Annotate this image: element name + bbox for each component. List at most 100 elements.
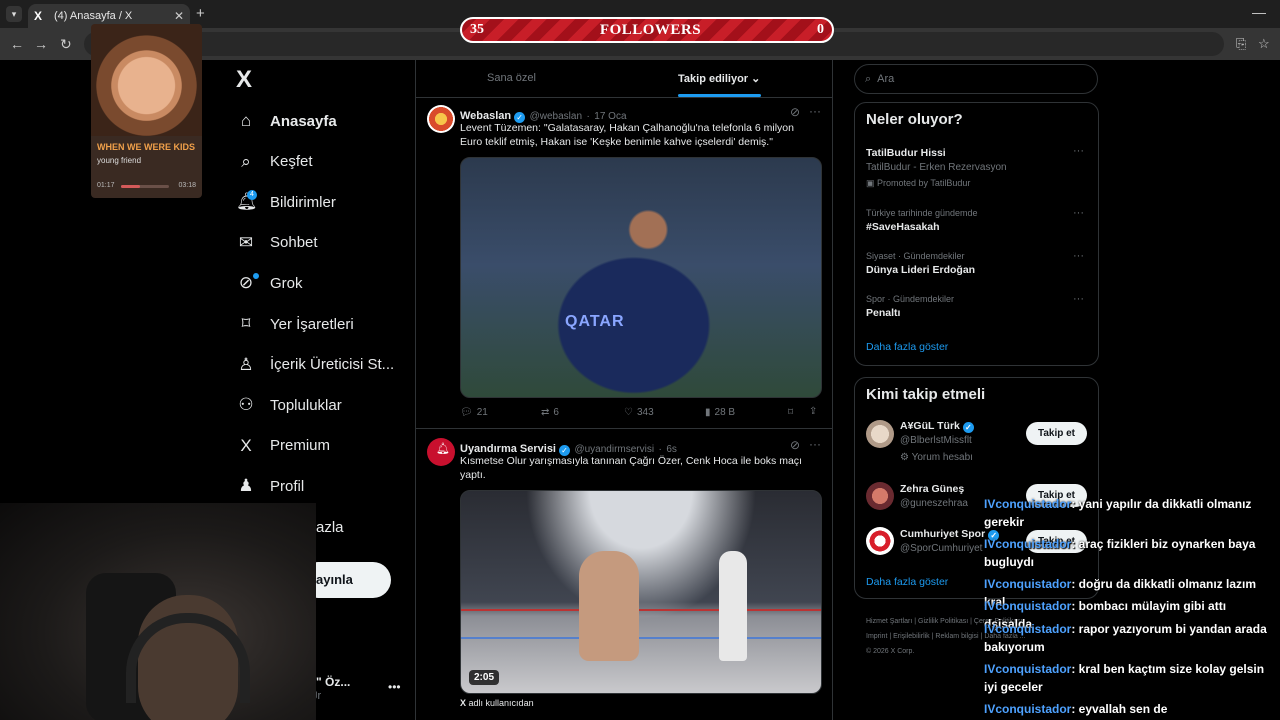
footer-link[interactable]: Imprint xyxy=(866,633,887,640)
trend-more-icon[interactable]: ··· xyxy=(1073,145,1084,157)
trend-name[interactable]: Dünya Lideri Erdoğan xyxy=(866,264,975,276)
share-icon[interactable]: ⇪ xyxy=(809,406,817,417)
tab-following[interactable]: Takip ediliyor ⌄ xyxy=(678,72,760,85)
chat-message: IVconquistador: araç fizikleri biz oynar… xyxy=(984,535,1274,571)
trend-name[interactable]: TatilBudur Hissi xyxy=(866,147,946,159)
communities-icon: ⚇ xyxy=(238,395,254,415)
chat-username: IVconquistador xyxy=(984,662,1072,676)
grok-new-dot xyxy=(253,273,259,279)
bookmark-icon: ⌑ xyxy=(241,314,251,333)
like-button[interactable]: ♡ 343 xyxy=(624,407,658,418)
suggested-user-name[interactable]: Zehra Güneş xyxy=(900,483,964,495)
reply-icon: 💬︎ xyxy=(460,407,473,418)
nav-item-label: Anasayfa xyxy=(270,112,337,130)
x-logo-icon[interactable]: X xyxy=(236,66,252,94)
forward-arrow-icon[interactable]: → xyxy=(34,36,48,52)
avatar[interactable] xyxy=(866,420,894,448)
avatar[interactable] xyxy=(427,105,455,133)
more-options-icon[interactable]: ··· xyxy=(809,437,821,451)
minimize-button[interactable]: — xyxy=(1252,4,1266,20)
column-divider xyxy=(415,60,416,720)
trend-promo: ▣ Promoted by TatilBudur xyxy=(866,178,970,189)
back-arrow-icon[interactable]: ← xyxy=(10,36,24,52)
alarm-bell-icon: 🔔︎ xyxy=(436,443,450,455)
footer-link[interactable]: Reklam bilgisi xyxy=(935,633,978,640)
post-divider xyxy=(416,428,832,429)
tab-for-you[interactable]: Sana özel xyxy=(487,72,536,84)
repost-button[interactable]: ⇄ 6 xyxy=(541,407,563,418)
heart-icon: ♡ xyxy=(624,407,633,418)
nav-item-mail[interactable]: ✉ Sohbet xyxy=(236,228,318,258)
chat-username: IVconquistador xyxy=(984,577,1072,591)
nav-item-label: Bildirimler xyxy=(270,193,336,211)
post-video[interactable] xyxy=(460,490,822,694)
followers-right-count: 0 xyxy=(817,22,824,37)
footer-link[interactable]: Hizmet Şartları xyxy=(866,618,912,625)
reload-icon[interactable]: ↻ xyxy=(60,36,72,53)
timeline-tabs xyxy=(416,60,832,98)
boxers xyxy=(579,551,639,661)
tab-close-icon[interactable]: ✕ xyxy=(174,9,184,23)
show-more-suggestions-link[interactable]: Daha fazla göster xyxy=(866,576,948,588)
post-image[interactable]: QATAR xyxy=(460,157,822,398)
grok-explain-icon[interactable]: ⊘ xyxy=(790,438,800,452)
trend-name[interactable]: #SaveHasakah xyxy=(866,221,940,233)
search-input[interactable] xyxy=(877,73,1078,85)
views-button[interactable]: ▮ 28 B xyxy=(705,407,739,418)
install-app-icon[interactable]: ⎘ xyxy=(1236,36,1246,52)
followers-goal-bar: 35 FOLLOWERS 0 xyxy=(460,17,834,43)
follow-button[interactable]: Takip et xyxy=(1026,422,1087,445)
avatar[interactable] xyxy=(866,482,894,510)
webcam-overlay xyxy=(0,503,316,720)
trend-more-icon[interactable]: ··· xyxy=(1073,250,1084,262)
song-progress-fill xyxy=(121,185,140,188)
account-more-icon[interactable]: ••• xyxy=(388,680,401,694)
new-tab-button[interactable]: + xyxy=(196,5,205,22)
followers-left-count: 35 xyxy=(470,22,484,37)
nav-item-communities[interactable]: ⚇ Topluluklar xyxy=(236,390,341,420)
nav-item-more[interactable]: azla xyxy=(316,512,344,542)
elapsed-time: 01:17 xyxy=(97,182,115,189)
search-box[interactable]: ⌕ xyxy=(854,64,1098,94)
trend-name[interactable]: Penaltı xyxy=(866,307,900,319)
nav-item-x[interactable]: X Premium xyxy=(236,431,330,461)
video-attribution: X adlı kullanıcıdan xyxy=(460,698,534,708)
avatar[interactable]: 🔔︎ xyxy=(427,438,455,466)
nav-item-creator[interactable]: ♙ İçerik Üreticisi St... xyxy=(236,350,394,380)
nav-item-home[interactable]: ⌂ Anasayfa xyxy=(236,106,337,136)
attribution-text: adlı kullanıcıdan xyxy=(468,698,534,708)
footer-link[interactable]: Gizlilik Politikası xyxy=(918,618,968,625)
bookmark-icon[interactable]: ⌑ xyxy=(788,407,793,418)
song-progress xyxy=(121,185,169,188)
grok-explain-icon[interactable]: ⊘ xyxy=(790,105,800,119)
x-mini-icon: X xyxy=(460,698,467,708)
nav-item-grok[interactable]: ⊘ Grok xyxy=(236,268,303,298)
footer-link[interactable]: Erişilebilirlik xyxy=(893,633,930,640)
promoted-icon: ▣ xyxy=(866,178,875,188)
bookmark-star-icon[interactable]: ☆ xyxy=(1258,36,1270,52)
trends-card xyxy=(854,102,1099,366)
nav-item-profile[interactable]: ♟ Profil xyxy=(236,471,304,501)
more-options-icon[interactable]: ··· xyxy=(809,104,821,118)
reply-button[interactable]: 💬︎ 21 xyxy=(460,407,492,418)
tab-search-button[interactable]: ▾ xyxy=(6,6,22,22)
total-time: 03:18 xyxy=(178,182,196,189)
avatar[interactable] xyxy=(866,527,894,555)
show-more-trends-link[interactable]: Daha fazla göster xyxy=(866,341,948,353)
chevron-down-icon: ⌄ xyxy=(751,73,761,85)
nav-item-label: Grok xyxy=(270,274,303,292)
nav-item-label: Yer İşaretleri xyxy=(270,315,354,333)
suggested-user-name-text: Cumhuriyet Spor xyxy=(900,528,986,540)
nav-item-search[interactable]: ⌕ Keşfet xyxy=(236,147,312,177)
album-art xyxy=(91,24,202,136)
trends-title: Neler oluyor? xyxy=(866,111,963,128)
trend-meta: Spor · Gündemdekiler xyxy=(866,294,955,304)
chat-message: IVconquistador: yani yapılır da dikkatli… xyxy=(984,495,1274,531)
nav-item-bookmark[interactable]: ⌑ Yer İşaretleri xyxy=(236,309,354,339)
chat-username: IVconquistador xyxy=(984,537,1072,551)
like-count: 343 xyxy=(636,407,654,418)
trend-more-icon[interactable]: ··· xyxy=(1073,207,1084,219)
trend-more-icon[interactable]: ··· xyxy=(1073,293,1084,305)
suggested-user-name[interactable]: A¥GüL Türk ✓ xyxy=(900,420,974,433)
repost-icon: ⇄ xyxy=(541,407,550,418)
